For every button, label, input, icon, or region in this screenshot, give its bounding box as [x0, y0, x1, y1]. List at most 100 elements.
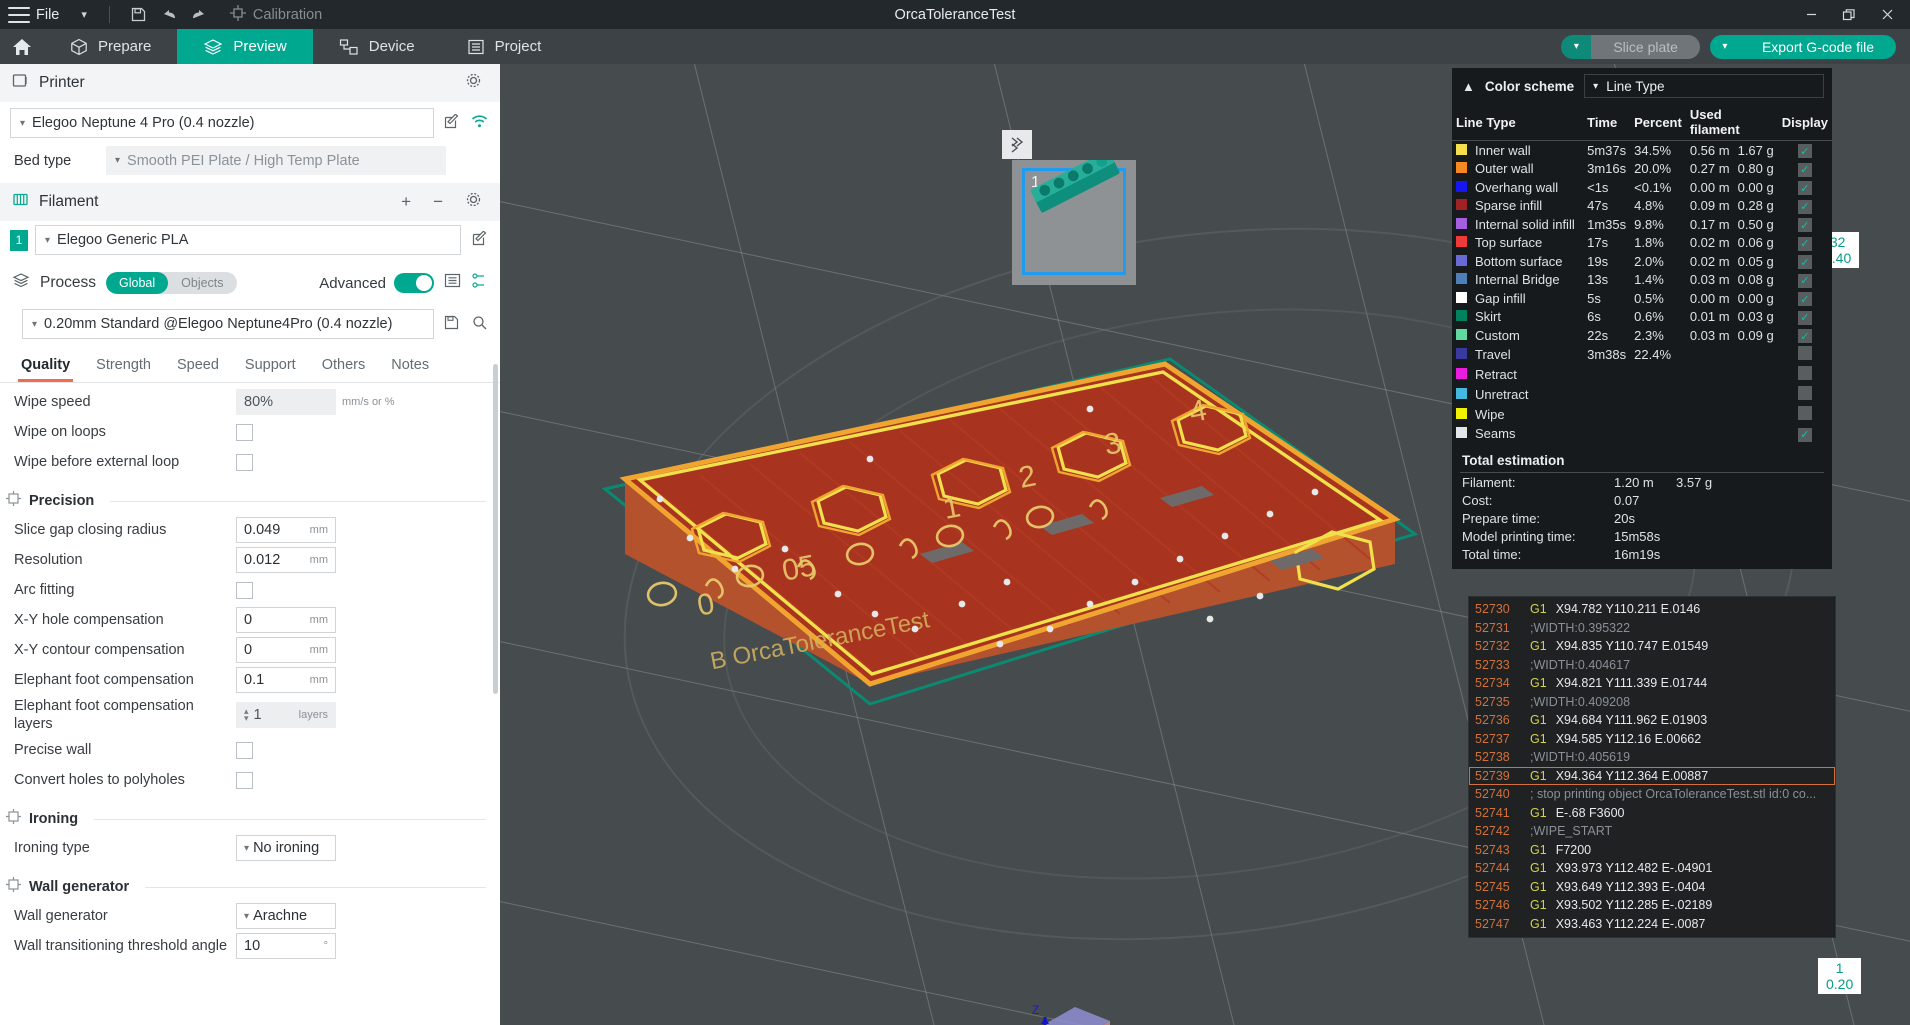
advanced-toggle-group[interactable]: Advanced: [319, 273, 434, 293]
collapse-sidebar-button[interactable]: [1002, 130, 1032, 159]
minimize-button[interactable]: [1792, 0, 1830, 29]
tab-prepare[interactable]: Prepare: [44, 29, 177, 64]
legend-display-checkbox[interactable]: ✓: [1797, 273, 1812, 288]
gcode-line[interactable]: 52730 G1 X94.782 Y110.211 E.0146: [1469, 600, 1835, 619]
legend-row[interactable]: Outer wall 3m16s 20.0% 0.27 m 0.80 g ✓: [1452, 160, 1832, 179]
stepper-arrows-icon[interactable]: ▴ ▾: [244, 707, 249, 723]
process-tab-quality[interactable]: Quality: [8, 351, 83, 382]
export-gcode-dropdown-icon[interactable]: ▾: [1709, 34, 1740, 59]
legend-display-checkbox[interactable]: ✓: [1797, 255, 1812, 269]
legend-row[interactable]: Wipe: [1452, 405, 1832, 425]
gcode-line[interactable]: 52731 ;WIDTH:0.395322: [1469, 619, 1835, 638]
chevron-down-icon[interactable]: ▾: [81, 8, 87, 21]
tab-project[interactable]: Project: [441, 29, 568, 64]
gcode-line[interactable]: 52733 ;WIDTH:0.404617: [1469, 656, 1835, 675]
tab-device[interactable]: Device: [313, 29, 441, 64]
scope-global-option[interactable]: Global: [106, 272, 169, 294]
parameter-list-icon[interactable]: [444, 272, 461, 294]
param-input[interactable]: 0.012 mm: [236, 547, 336, 573]
legend-display-checkbox[interactable]: ✓: [1797, 162, 1812, 177]
gcode-line[interactable]: 52736 G1 X94.684 Y111.962 E.01903: [1469, 711, 1835, 730]
param-input[interactable]: 10 °: [236, 933, 336, 960]
slice-plate-button[interactable]: ▾ Slice plate: [1561, 34, 1700, 59]
filament-select[interactable]: ▾ Elegoo Generic PLA: [35, 225, 461, 255]
param-checkbox[interactable]: [236, 453, 253, 471]
legend-row[interactable]: Inner wall 5m37s 34.5% 0.56 m 1.67 g ✓: [1452, 141, 1832, 160]
file-menu[interactable]: File: [36, 7, 59, 23]
process-tab-strength[interactable]: Strength: [83, 351, 164, 382]
gcode-line[interactable]: 52747 G1 X93.463 Y112.224 E-.0087: [1469, 915, 1835, 934]
legend-row[interactable]: Gap infill 5s 0.5% 0.00 m 0.00 g ✓: [1452, 289, 1832, 308]
edit-filament-icon[interactable]: [468, 229, 490, 250]
legend-display-checkbox[interactable]: ✓: [1797, 310, 1812, 325]
legend-display-checkbox[interactable]: ✓: [1797, 218, 1812, 232]
gcode-line[interactable]: 52735 ;WIDTH:0.409208: [1469, 693, 1835, 712]
bed-type-select[interactable]: ▾ Smooth PEI Plate / High Temp Plate: [106, 146, 446, 175]
param-select[interactable]: ▾ No ironing: [236, 835, 336, 862]
gcode-line[interactable]: 52734 G1 X94.821 Y111.339 E.01744: [1469, 674, 1835, 693]
gcode-line[interactable]: 52742 ;WIPE_START: [1469, 822, 1835, 841]
printer-wifi-icon[interactable]: [468, 114, 490, 133]
legend-row[interactable]: Sparse infill 47s 4.8% 0.09 m 0.28 g ✓: [1452, 197, 1832, 216]
param-input[interactable]: 0 mm: [236, 637, 336, 663]
chevron-up-icon[interactable]: ▲: [1462, 79, 1475, 94]
sliced-model[interactable]: 0 05 12 34 B OrcaToleranceTest: [570, 264, 1430, 784]
legend-row[interactable]: Bottom surface 19s 2.0% 0.02 m 0.05 g ✓: [1452, 252, 1832, 271]
undo-icon[interactable]: [154, 4, 184, 26]
printer-settings-gear-icon[interactable]: [459, 72, 488, 94]
legend-display-checkbox[interactable]: [1797, 386, 1812, 400]
legend-display-checkbox[interactable]: ✓: [1797, 236, 1812, 251]
slice-plate-dropdown-icon[interactable]: ▾: [1561, 34, 1592, 59]
param-checkbox[interactable]: [236, 771, 253, 789]
legend-display-checkbox[interactable]: ✓: [1797, 292, 1812, 306]
param-select[interactable]: ▾ Arachne: [236, 903, 336, 930]
gcode-line[interactable]: 52743 G1 F7200: [1469, 841, 1835, 860]
scope-objects-option[interactable]: Objects: [168, 272, 236, 294]
param-input[interactable]: 0.1 mm: [236, 667, 336, 693]
calibration-menu[interactable]: Calibration: [229, 4, 322, 25]
gcode-line[interactable]: 52737 G1 X94.585 Y112.16 E.00662: [1469, 730, 1835, 749]
process-tab-others[interactable]: Others: [309, 351, 379, 382]
legend-row[interactable]: Unretract: [1452, 385, 1832, 405]
param-checkbox[interactable]: [236, 423, 253, 441]
param-input[interactable]: 80%: [236, 389, 336, 415]
legend-row[interactable]: Overhang wall <1s <0.1% 0.00 m 0.00 g ✓: [1452, 178, 1832, 197]
sidebar-scrollbar[interactable]: [493, 364, 498, 694]
redo-icon[interactable]: [184, 4, 214, 26]
legend-display-checkbox[interactable]: [1797, 366, 1812, 380]
gcode-line[interactable]: 52744 G1 X93.973 Y112.482 E-.04901: [1469, 859, 1835, 878]
legend-row[interactable]: Seams ✓: [1452, 425, 1832, 444]
gcode-line[interactable]: 52738 ;WIDTH:0.405619: [1469, 748, 1835, 767]
save-preset-icon[interactable]: [440, 315, 462, 334]
process-tab-speed[interactable]: Speed: [164, 351, 232, 382]
add-filament-button[interactable]: +: [395, 192, 417, 212]
param-input[interactable]: 0 mm: [236, 607, 336, 633]
legend-row[interactable]: Retract: [1452, 365, 1832, 385]
legend-row[interactable]: Internal solid infill 1m35s 9.8% 0.17 m 0.50…: [1452, 215, 1832, 234]
gcode-viewer[interactable]: 52730 G1 X94.782 Y110.211 E.0146 52731 ;WIDT…: [1468, 596, 1836, 938]
compare-presets-icon[interactable]: [471, 272, 488, 294]
gcode-line[interactable]: 52732 G1 X94.835 Y110.747 E.01549: [1469, 637, 1835, 656]
remove-filament-button[interactable]: −: [427, 192, 449, 212]
printer-select[interactable]: ▾ Elegoo Neptune 4 Pro (0.4 nozzle): [10, 108, 434, 138]
axis-gizmo[interactable]: Z X: [1020, 969, 1140, 1025]
edit-printer-icon[interactable]: [440, 112, 462, 133]
process-preset-select[interactable]: ▾ 0.20mm Standard @Elegoo Neptune4Pro (0…: [22, 309, 434, 339]
tab-preview[interactable]: Preview: [177, 29, 313, 64]
gcode-line[interactable]: 52746 G1 X93.502 Y112.285 E-.02189: [1469, 896, 1835, 915]
advanced-toggle[interactable]: [394, 273, 434, 293]
legend-display-checkbox[interactable]: ✓: [1797, 181, 1812, 195]
param-input[interactable]: 0.049 mm: [236, 517, 336, 543]
export-gcode-button[interactable]: ▾ Export G-code file: [1709, 34, 1896, 59]
param-checkbox[interactable]: [236, 741, 253, 759]
filament-settings-gear-icon[interactable]: [459, 191, 488, 213]
gcode-line[interactable]: 52739 G1 X94.364 Y112.364 E.00887: [1469, 766, 1835, 785]
close-button[interactable]: [1868, 0, 1906, 29]
legend-row[interactable]: Travel 3m38s 22.4%: [1452, 345, 1832, 365]
menu-hamburger-icon[interactable]: [8, 6, 30, 23]
scope-segmented-control[interactable]: Global Objects: [106, 272, 237, 294]
search-preset-icon[interactable]: [468, 315, 490, 334]
maximize-restore-button[interactable]: [1830, 0, 1868, 29]
legend-display-checkbox[interactable]: ✓: [1797, 144, 1812, 158]
gcode-line[interactable]: 52740 ; stop printing object OrcaToleranc…: [1469, 785, 1835, 804]
